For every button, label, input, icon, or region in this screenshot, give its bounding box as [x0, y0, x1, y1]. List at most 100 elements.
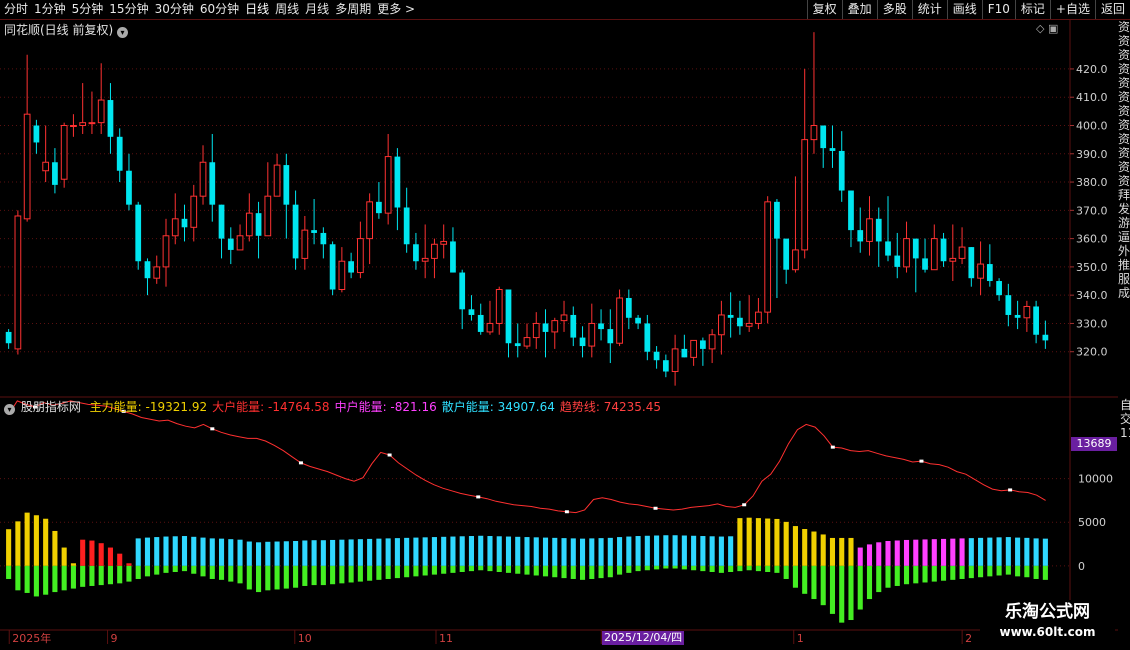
period-tab-1[interactable]: 1分钟: [34, 0, 66, 19]
retail-energy-bar: [330, 539, 336, 566]
candle-body: [662, 360, 669, 372]
negative-energy-bar: [903, 565, 910, 585]
diamond-icon[interactable]: ◇: [1036, 22, 1044, 35]
retail-energy-bar: [774, 518, 780, 566]
candle-body: [588, 322, 596, 347]
chevron-down-icon[interactable]: ▾: [4, 404, 15, 415]
negative-energy-bar: [209, 565, 215, 579]
candle-body: [986, 264, 993, 282]
period-tab-3[interactable]: 15分钟: [109, 0, 148, 19]
retail-energy-bar: [691, 535, 697, 566]
candle-body: [357, 238, 364, 274]
candle-body: [394, 156, 401, 208]
negative-energy-bar: [80, 565, 86, 587]
retail-energy-bar: [135, 538, 141, 566]
retail-energy-bar: [376, 538, 382, 566]
trend-marker: [387, 453, 392, 457]
toolbar-button-0[interactable]: 复权: [806, 0, 842, 19]
large-energy-bar: [126, 563, 132, 566]
large-energy-bar: [107, 547, 113, 566]
retail-energy-bar: [552, 537, 558, 566]
candle-body: [866, 218, 873, 242]
candle-body: [774, 201, 780, 239]
candle-body: [273, 164, 281, 197]
negative-energy-bar: [496, 565, 502, 572]
retail-energy-bar: [404, 537, 410, 566]
candle-body: [376, 201, 382, 214]
negative-energy-bar: [570, 565, 576, 579]
retail-energy-bar: [746, 517, 752, 566]
candle-body: [792, 249, 799, 271]
candle-body: [338, 260, 346, 291]
negative-energy-bar: [848, 565, 854, 621]
negative-energy-bar: [931, 565, 937, 582]
period-tab-4[interactable]: 30分钟: [155, 0, 194, 19]
period-tabs: 分时 1分钟 5分钟 15分钟 30分钟 60分钟 日线 周线 月线 多周期 更多 >: [4, 0, 421, 19]
price-tick-label: 330.0: [1076, 317, 1108, 330]
period-tab-6[interactable]: 日线: [245, 0, 269, 19]
negative-energy-bar: [672, 565, 678, 569]
price-tick-label: 370.0: [1076, 204, 1108, 217]
retail-energy-bar: [431, 537, 437, 566]
negative-energy-bar: [367, 565, 373, 581]
period-tab-0[interactable]: 分时: [4, 0, 28, 19]
negative-energy-bar: [135, 565, 141, 579]
retail-energy-bar: [987, 537, 993, 566]
retail-energy-bar: [866, 544, 873, 566]
toolbar-button-6[interactable]: 标记: [1014, 0, 1050, 19]
retail-energy-bar: [931, 539, 937, 566]
negative-energy-bar: [663, 565, 669, 569]
retail-energy-bar: [718, 536, 724, 566]
candle-body: [532, 322, 540, 339]
retail-energy-bar: [200, 537, 206, 566]
negative-energy-bar: [15, 565, 21, 591]
candle-body: [783, 238, 790, 270]
indicator-right-edge-labels: 自交1111111: [1120, 398, 1130, 440]
chart-area[interactable]: 420.0 410.0 400.0 390.0 380.0 370.0 360.0 350.0…: [0, 20, 1130, 650]
toolbar-button-8[interactable]: 返回: [1094, 0, 1130, 19]
toolbar-button-7[interactable]: +自选: [1049, 0, 1095, 19]
large-energy-bar: [80, 539, 86, 566]
negative-energy-bar: [394, 565, 400, 579]
retail-energy-bar: [589, 538, 595, 566]
negative-energy-bar: [894, 565, 900, 586]
more-periods-button[interactable]: 更多 >: [377, 0, 415, 19]
negative-energy-bar: [163, 565, 169, 573]
toolbar-button-2[interactable]: 多股: [876, 0, 912, 19]
price-panel-header: 同花顺(日线 前复权) ▾: [4, 21, 130, 38]
period-tab-5[interactable]: 60分钟: [200, 0, 239, 19]
toolbar-button-3[interactable]: 统计: [911, 0, 947, 19]
negative-energy-bar: [1033, 565, 1039, 579]
candle-body: [616, 297, 623, 344]
retail-energy-bar: [496, 536, 502, 566]
candle-body: [894, 255, 901, 267]
toolbar-button-5[interactable]: F10: [981, 0, 1015, 19]
period-tab-9[interactable]: 多周期: [335, 0, 371, 19]
candle-body: [209, 162, 216, 205]
indicator-value-4: 趋势线: 74235.45: [559, 400, 662, 414]
price-tick-label: 410.0: [1076, 91, 1108, 104]
window-icon[interactable]: ▣: [1048, 22, 1058, 35]
retail-energy-bar: [422, 537, 428, 566]
period-tab-7[interactable]: 周线: [275, 0, 299, 19]
negative-energy-bar: [283, 565, 289, 589]
retail-energy-bar: [533, 537, 539, 566]
chevron-down-icon[interactable]: ▾: [117, 27, 129, 38]
candle-body: [227, 238, 234, 250]
candle-body: [820, 125, 827, 149]
period-tab-8[interactable]: 月线: [305, 0, 329, 19]
toolbar-button-4[interactable]: 画线: [946, 0, 982, 19]
indicator-name[interactable]: 股朋指标网: [21, 400, 81, 414]
negative-energy-bar: [154, 565, 160, 575]
retail-energy-bar: [302, 540, 308, 566]
toolbar-button-1[interactable]: 叠加: [841, 0, 877, 19]
retail-energy-bar: [209, 538, 215, 566]
retail-energy-bar: [728, 536, 734, 566]
negative-energy-bar: [228, 565, 234, 582]
retail-energy-bar: [311, 540, 317, 566]
negative-energy-bar: [61, 565, 67, 591]
candle-body: [301, 229, 309, 259]
main-energy-bar: [61, 547, 67, 566]
period-tab-2[interactable]: 5分钟: [72, 0, 104, 19]
negative-energy-bar: [524, 565, 530, 575]
